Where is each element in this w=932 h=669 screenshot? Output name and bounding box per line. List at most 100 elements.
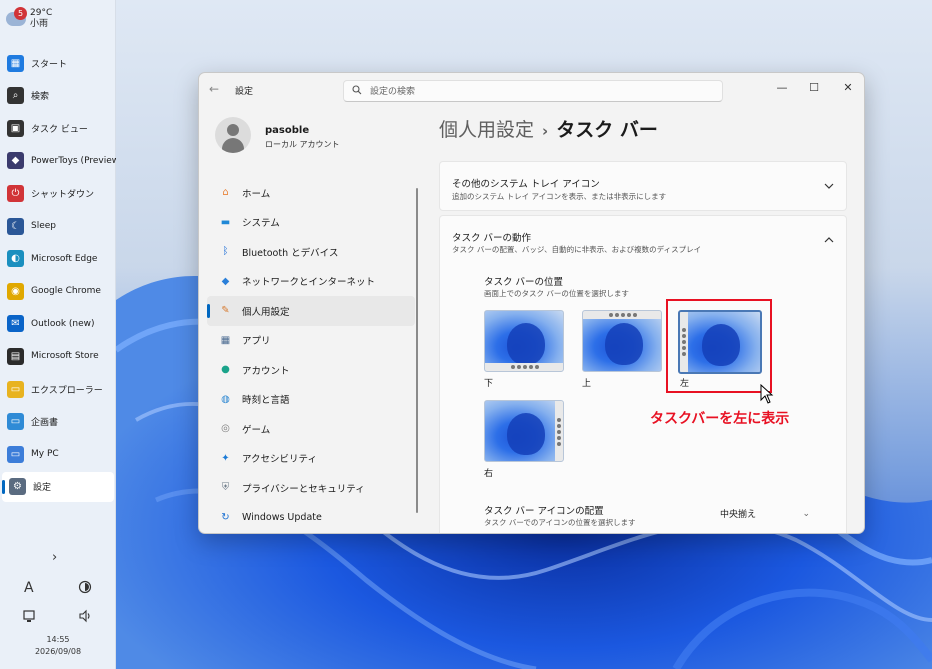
nav-item-label: Windows Update [242, 511, 322, 523]
nav-item[interactable]: ↻ Windows Update [207, 503, 415, 533]
nav-item[interactable]: ✎ 個人用設定 [207, 296, 415, 326]
sleep-icon: ☾ [7, 217, 24, 235]
taskbar-item[interactable]: ◆ PowerToys (Preview) [0, 146, 116, 176]
content-pane: その他のシステム トレイ アイコン 追加のシステム トレイ アイコンを表示、また… [439, 161, 847, 533]
nav-item-label: ネットワークとインターネット [242, 277, 376, 289]
powertoys-icon: ◆ [7, 152, 24, 170]
wifi-icon: ◆ [221, 275, 230, 287]
taskbar-item[interactable]: ◉ Google Chrome [0, 276, 116, 306]
nav-item[interactable]: ⛨ プライバシーとセキュリティ [207, 473, 415, 503]
close-button[interactable]: ✕ [833, 79, 863, 97]
nav-item-label: Bluetooth とデバイス [242, 247, 339, 259]
nav-item-label: ホーム [242, 188, 271, 200]
taskbar-item[interactable]: ◐ Microsoft Edge [0, 244, 116, 274]
taskbar-item[interactable]: ▭ My PC [0, 439, 116, 469]
bluetooth-icon: ᛒ [222, 246, 229, 258]
home-icon: ⌂ [222, 187, 229, 199]
system-icon: ▬ [220, 216, 231, 228]
task-view-icon: ▣ [7, 119, 24, 137]
alignment-value: 中央揃え [720, 510, 757, 520]
taskbar-item-label: 検索 [31, 92, 50, 103]
chevron-right-icon[interactable]: › [52, 550, 57, 565]
apps-icon: ▦ [220, 334, 231, 346]
taskbar-item[interactable]: ▦ スタート [0, 48, 116, 78]
taskbar-item-label: My PC [31, 449, 59, 460]
back-arrow-icon[interactable]: ← [209, 82, 219, 96]
settings-search[interactable] [343, 80, 723, 102]
pc-icon: ▭ [7, 445, 24, 463]
nav-scrollbar[interactable] [416, 188, 418, 513]
taskbar-item-label: 企画書 [31, 418, 59, 429]
taskbar-item-label: Microsoft Edge [31, 253, 98, 264]
weather-widget[interactable]: 5 29°C 小雨 [6, 7, 52, 30]
nav-item[interactable]: ᛒ Bluetooth とデバイス [207, 237, 415, 267]
taskbar-item-label: Microsoft Store [31, 351, 99, 362]
chrome-icon: ◉ [7, 282, 24, 300]
nav-item[interactable]: ◎ ゲーム [207, 414, 415, 444]
position-title: タスク バーの位置 [484, 277, 564, 288]
clock-date: 2026/09/08 [34, 647, 82, 656]
taskbar-item[interactable]: ▤ Microsoft Store [0, 341, 116, 371]
weather-condition: 小雨 [30, 19, 49, 29]
maximize-button[interactable]: ☐ [799, 79, 829, 97]
user-profile[interactable]: pasoble ローカル アカウント [215, 117, 405, 167]
tray-card-subtitle: 追加のシステム トレイ アイコンを表示、または非表示にします [452, 192, 667, 201]
taskbar-item[interactable]: ⚙ 設定 [2, 471, 114, 502]
accessibility-icon: ✦ [221, 452, 230, 464]
taskbar-item[interactable]: ▭ エクスプローラー [0, 374, 116, 404]
title-bar: ← 設定 — ☐ ✕ [199, 73, 864, 105]
taskbar-item-label: タスク ビュー [31, 124, 88, 135]
avatar [215, 117, 251, 153]
search-input[interactable] [370, 84, 710, 99]
search-icon: ⌕ [7, 87, 24, 105]
mouse-cursor-icon [760, 383, 774, 407]
taskbar-item[interactable]: ⏻ シャットダウン [0, 178, 116, 208]
breadcrumb-separator: › [542, 122, 549, 140]
nav-item[interactable]: ⌂ ホーム [207, 178, 415, 208]
gamepad-icon: ◎ [221, 423, 230, 435]
search-icon [352, 85, 362, 98]
position-option-top[interactable] [582, 310, 662, 372]
weather-badge: 5 [14, 7, 27, 20]
position-option-right[interactable] [484, 400, 564, 462]
pen-icon: ✎ [221, 305, 230, 317]
nav-item[interactable]: ▬ システム [207, 208, 415, 238]
nav-item[interactable]: ✦ アクセシビリティ [207, 444, 415, 474]
taskbar-item-label: エクスプローラー [31, 385, 103, 396]
nav-item[interactable]: ◆ ネットワークとインターネット [207, 267, 415, 297]
minimize-button[interactable]: — [767, 79, 797, 97]
tray-card-title: その他のシステム トレイ アイコン [452, 179, 600, 190]
nav-item[interactable]: ▦ アプリ [207, 326, 415, 356]
nav-item-label: アプリ [242, 336, 271, 348]
nav-item[interactable]: ● アカウント [207, 355, 415, 385]
breadcrumb-current: タスク バー [556, 119, 658, 141]
taskbar-item-label: 設定 [33, 483, 52, 494]
user-account-type: ローカル アカウント [265, 140, 340, 149]
taskbar-item-label: スタート [31, 59, 68, 70]
tray-icons-card[interactable]: その他のシステム トレイ アイコン 追加のシステム トレイ アイコンを表示、また… [439, 161, 847, 211]
chevron-up-icon[interactable] [824, 235, 834, 246]
taskbar-item-label: Google Chrome [31, 286, 101, 297]
taskbar-item[interactable]: ⌕ 検索 [0, 81, 116, 111]
clock[interactable]: 14:55 2026/09/08 [0, 634, 116, 658]
alignment-dropdown[interactable]: 中央揃え ⌄ [720, 507, 810, 527]
chevron-down-icon[interactable] [824, 181, 834, 192]
dropdown-chevron-icon: ⌄ [802, 509, 810, 519]
account-icon: ● [221, 364, 230, 376]
annotation-text: タスクバーを左に表示 [650, 411, 790, 427]
taskbar-item-label: Outlook (new) [31, 318, 95, 329]
font-icon[interactable]: A [24, 580, 34, 596]
taskbar-item[interactable]: ▣ タスク ビュー [0, 113, 116, 143]
focus-icon[interactable] [78, 580, 92, 598]
gear-icon: ⚙ [9, 478, 26, 496]
network-icon[interactable] [22, 609, 36, 627]
alignment-subtitle: タスク バーでのアイコンの位置を選択します [484, 518, 636, 527]
user-name: pasoble [265, 125, 310, 136]
position-option-bottom[interactable] [484, 310, 564, 372]
volume-icon[interactable] [78, 609, 92, 627]
nav-item[interactable]: ◍ 時刻と言語 [207, 385, 415, 415]
taskbar-item[interactable]: ☾ Sleep [0, 211, 116, 241]
breadcrumb-parent[interactable]: 個人用設定 [439, 119, 534, 141]
taskbar-item[interactable]: ✉ Outlook (new) [0, 309, 116, 339]
taskbar-item[interactable]: ▭ 企画書 [0, 407, 116, 437]
